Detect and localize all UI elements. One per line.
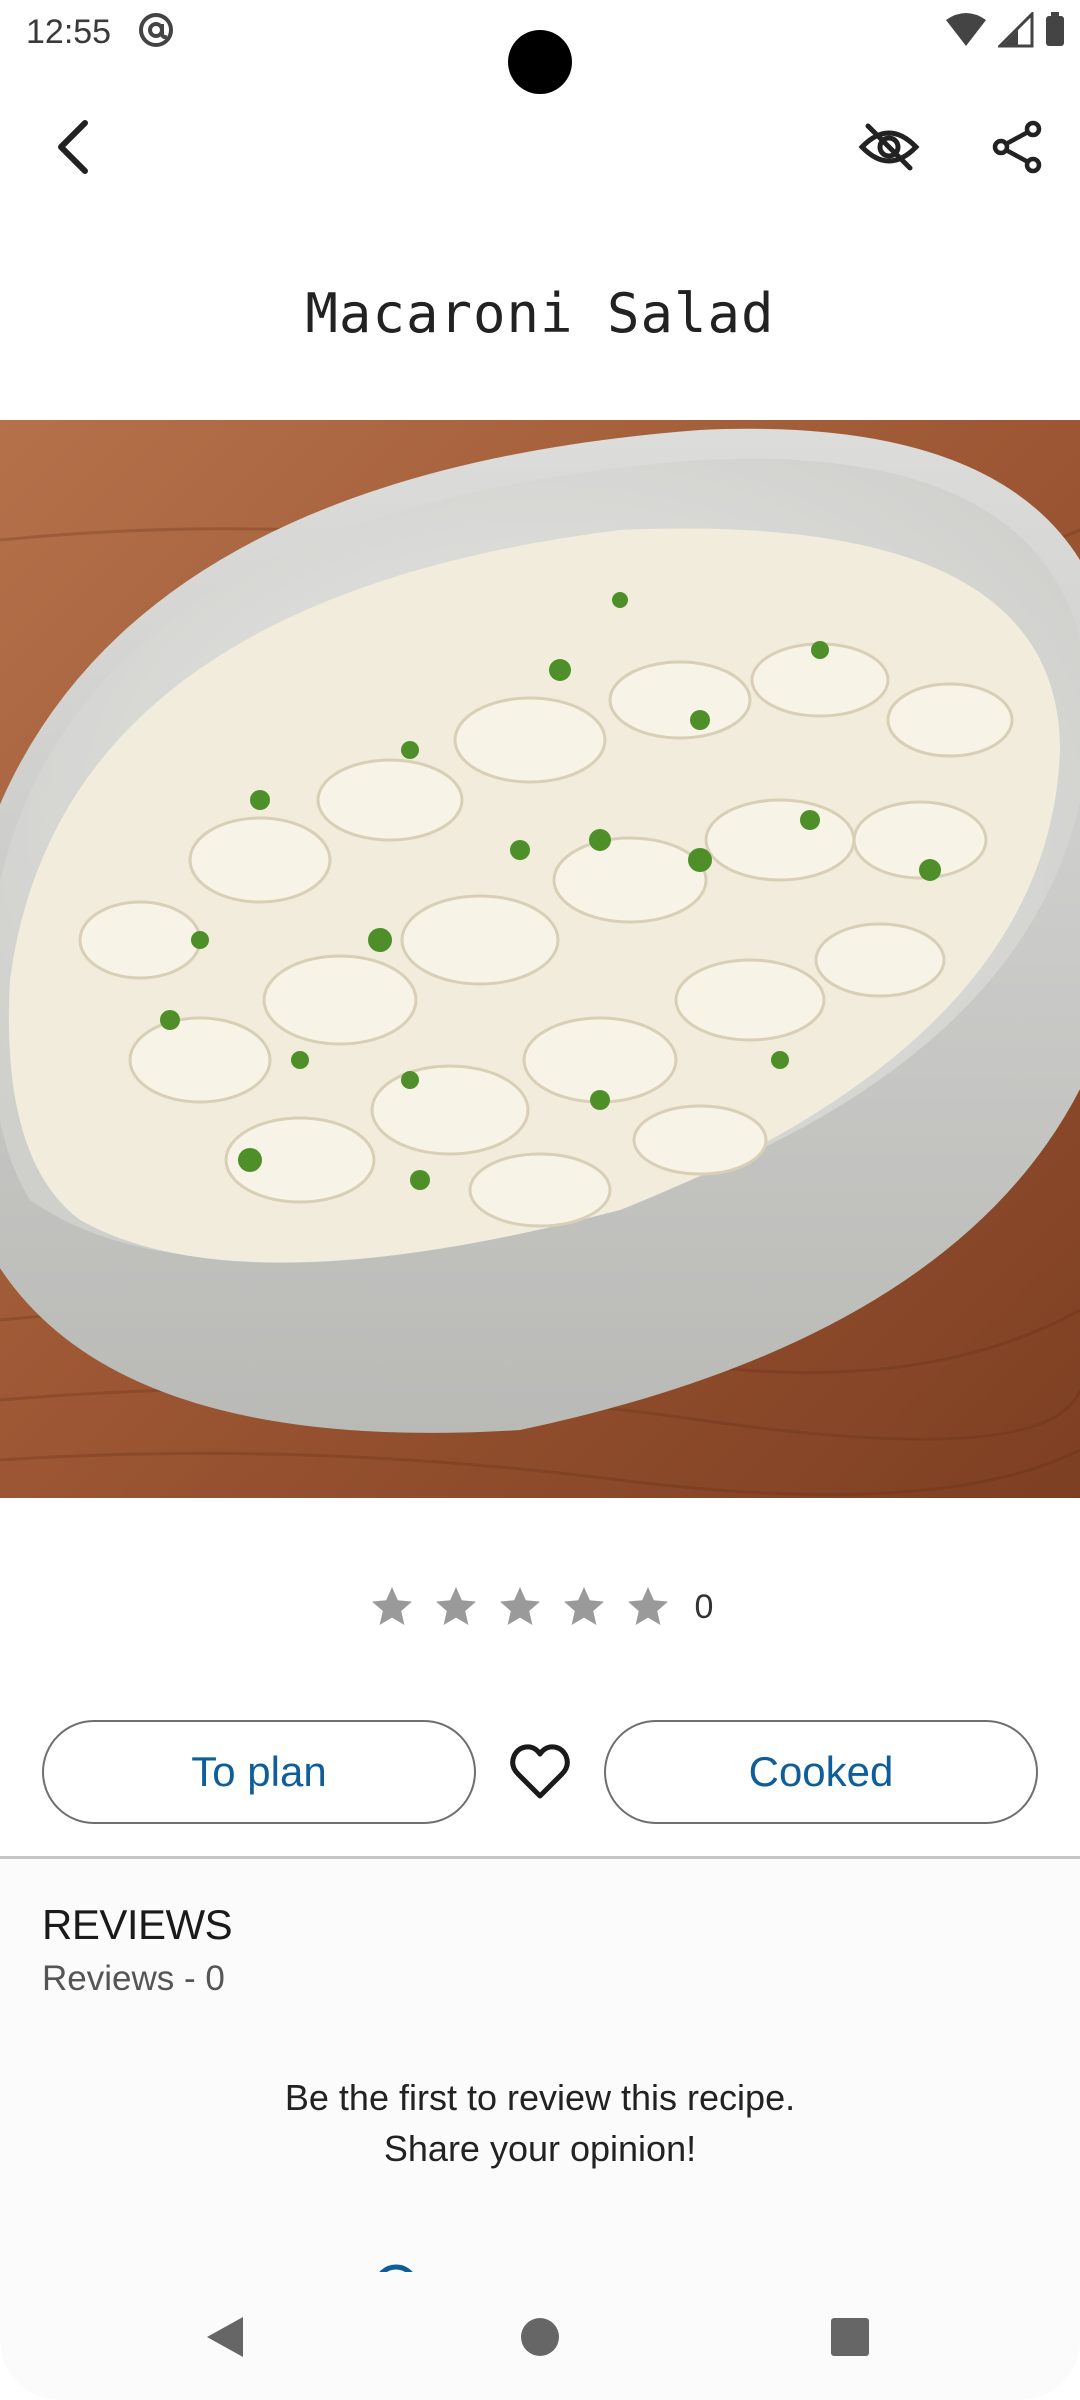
hide-recipe-button[interactable] (844, 102, 934, 192)
status-time: 12:55 (26, 12, 112, 51)
camera-cutout (508, 30, 572, 94)
signal-icon (996, 10, 1034, 52)
square-recents-icon (831, 2318, 869, 2356)
reviews-empty-message: Be the first to review this recipe. Shar… (284, 2077, 796, 2169)
star-icon[interactable] (623, 1582, 673, 1632)
reviews-section: REVIEWS Reviews - 0 Be the first to revi… (0, 1859, 1080, 2299)
heart-outline-icon (510, 1744, 570, 1799)
wifi-icon (944, 12, 988, 52)
reviews-count: Reviews - 0 (42, 1959, 225, 1998)
nav-back-button[interactable] (180, 2292, 270, 2382)
to-plan-button[interactable]: To plan (42, 1720, 476, 1824)
chevron-left-icon (58, 120, 88, 174)
share-button[interactable] (972, 102, 1062, 192)
recipe-screen: 12:55 Macaroni Salad 0 To plan Cooked RE… (0, 0, 1080, 2400)
cooked-button[interactable]: Cooked (604, 1720, 1038, 1824)
status-left: 12:55 (26, 11, 175, 53)
rating-row: 0 (0, 1572, 1080, 1642)
rating-count: 0 (694, 1587, 714, 1626)
battery-icon (1044, 12, 1066, 52)
star-rating[interactable] (367, 1582, 673, 1632)
circle-home-icon (521, 2318, 559, 2356)
eye-off-icon (858, 123, 920, 171)
star-icon[interactable] (431, 1582, 481, 1632)
recipe-title: Macaroni Salad (305, 282, 775, 345)
triangle-back-icon (207, 2317, 243, 2357)
share-icon (992, 120, 1042, 174)
back-button[interactable] (28, 102, 118, 192)
star-icon[interactable] (495, 1582, 545, 1632)
system-nav-bar (0, 2272, 1080, 2400)
star-icon[interactable] (559, 1582, 609, 1632)
star-icon[interactable] (367, 1582, 417, 1632)
reviews-heading: REVIEWS (42, 1901, 233, 1948)
top-app-bar (0, 100, 1080, 196)
nav-recents-button[interactable] (805, 2292, 895, 2382)
status-right (944, 10, 1066, 52)
at-sign-icon (137, 11, 175, 53)
favorite-button[interactable] (500, 1730, 580, 1814)
nav-home-button[interactable] (495, 2292, 585, 2382)
recipe-image (0, 420, 1080, 1498)
